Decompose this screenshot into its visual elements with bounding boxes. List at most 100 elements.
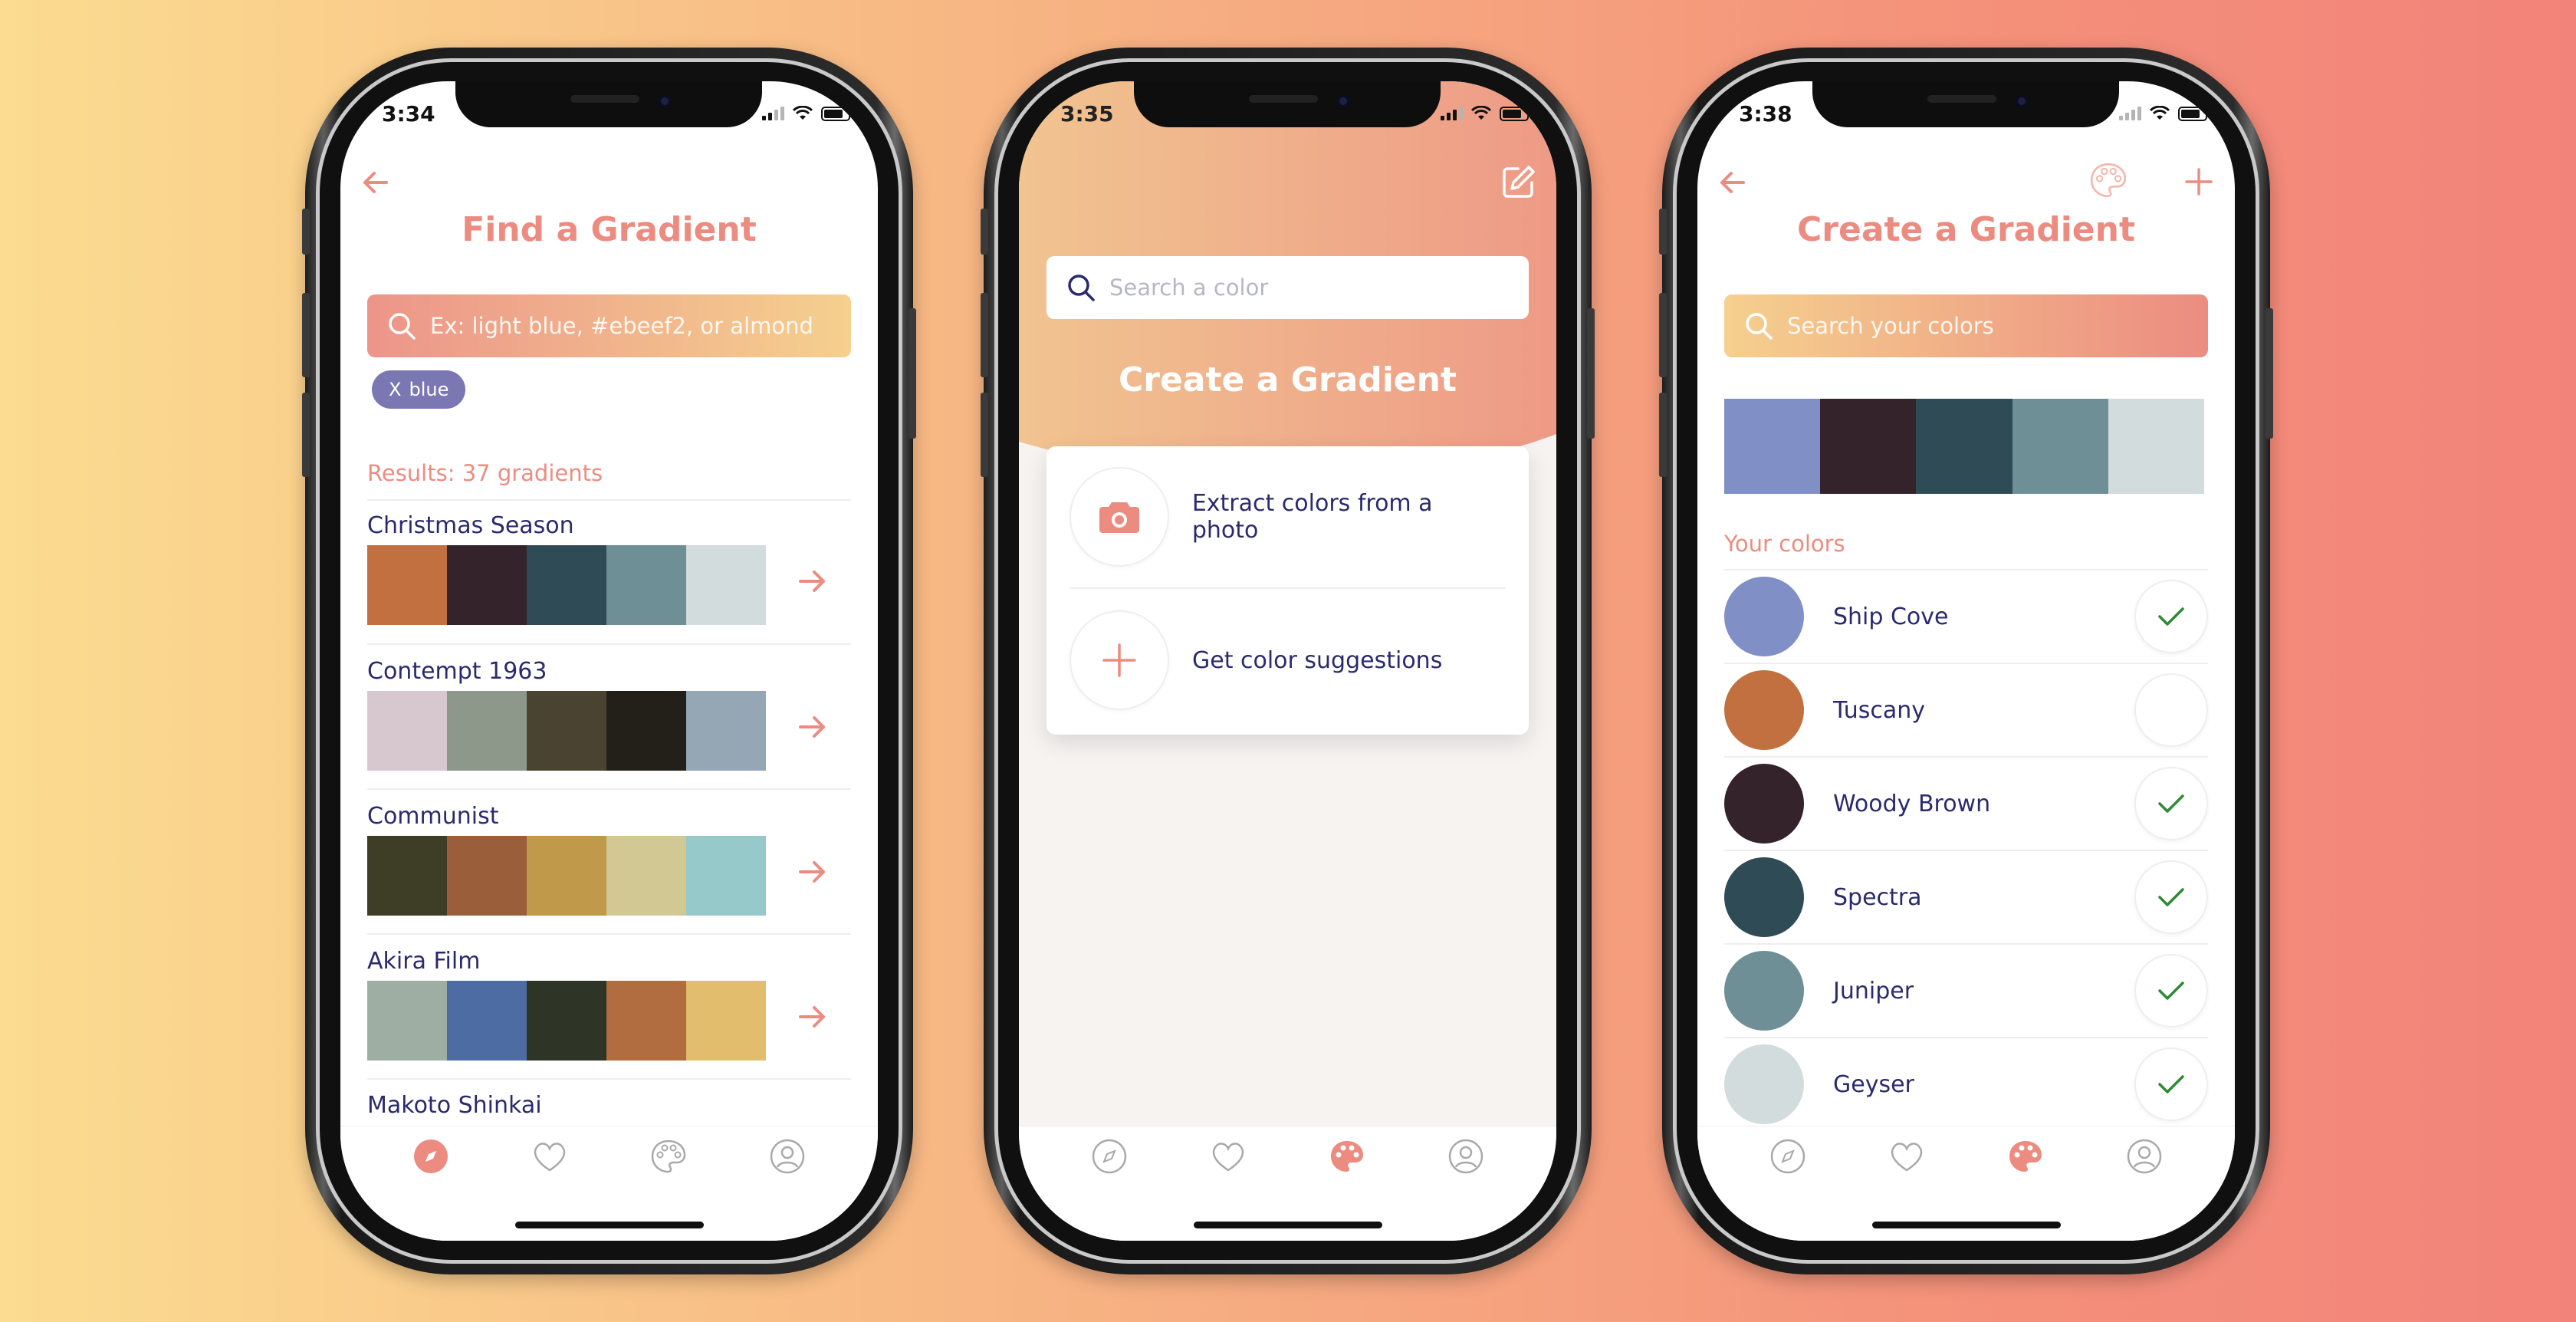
swatch — [686, 545, 766, 625]
compass-icon — [1092, 1139, 1126, 1174]
tab-favorites[interactable] — [1888, 1137, 1926, 1176]
swatch — [2012, 399, 2108, 494]
wifi-icon — [792, 106, 813, 120]
heart-icon — [1212, 1143, 1244, 1172]
tab-profile[interactable] — [2125, 1137, 2164, 1176]
swatch — [367, 836, 447, 916]
back-arrow-icon[interactable] — [1716, 166, 1750, 199]
swatch — [447, 691, 527, 771]
camera-icon — [1099, 502, 1139, 533]
swatch — [527, 836, 606, 916]
gradient-row[interactable]: Communist — [367, 803, 851, 916]
color-row[interactable]: Ship Cove — [1724, 571, 2208, 664]
page-title: Create a Gradient — [1118, 360, 1457, 400]
check-icon — [2158, 607, 2184, 626]
options-card: Extract colors from a photo Get color su… — [1046, 446, 1529, 735]
swatch — [447, 836, 527, 916]
color-row[interactable]: Tuscany — [1724, 664, 2208, 758]
tab-explore[interactable] — [1090, 1137, 1129, 1176]
compass-icon — [413, 1139, 448, 1173]
checkbox[interactable] — [2134, 580, 2208, 653]
gradient-swatches — [367, 981, 766, 1061]
screen: 3:35 Search a color Create a Gradient Ex… — [1019, 81, 1556, 1241]
phone-find-gradient: 3:34 Find a Gradient Ex: light blue, #eb… — [302, 48, 916, 1274]
arrow-right-icon[interactable] — [797, 566, 828, 597]
color-row[interactable]: Woody Brown — [1724, 758, 2208, 851]
gradient-row[interactable]: Christmas Season — [367, 512, 851, 625]
arrow-right-icon[interactable] — [797, 712, 828, 742]
checkbox[interactable] — [2134, 954, 2208, 1028]
tab-favorites[interactable] — [1209, 1137, 1247, 1176]
home-indicator[interactable] — [1871, 1222, 2061, 1228]
battery-icon — [2178, 106, 2210, 121]
gradient-row[interactable]: Makoto Shinkai — [367, 1092, 851, 1125]
tab-explore[interactable] — [1769, 1137, 1807, 1176]
status-bar: 3:38 — [1697, 81, 2235, 150]
swatch — [1820, 399, 1917, 494]
swatch — [606, 545, 686, 625]
color-row[interactable]: Juniper — [1724, 945, 2208, 1038]
gradient-row[interactable]: Akira Film — [367, 948, 851, 1061]
search-input[interactable]: Ex: light blue, #ebeef2, or almond — [367, 294, 851, 357]
color-dot — [1724, 857, 1804, 937]
swatch — [367, 691, 447, 771]
swatch — [1916, 399, 2013, 494]
option-label: Get color suggestions — [1192, 646, 1443, 674]
checkbox[interactable] — [2134, 767, 2208, 840]
home-indicator[interactable] — [514, 1222, 704, 1228]
battery-icon — [821, 106, 853, 121]
check-icon — [2158, 888, 2184, 906]
tab-palette[interactable] — [649, 1137, 688, 1176]
checkbox[interactable] — [2134, 673, 2208, 747]
gradient-name: Makoto Shinkai — [367, 1092, 542, 1119]
swatch — [2108, 399, 2205, 494]
tab-palette[interactable] — [1328, 1137, 1366, 1176]
tab-palette[interactable] — [2006, 1137, 2045, 1176]
tab-favorites[interactable] — [531, 1137, 569, 1176]
checkbox[interactable] — [2134, 1047, 2208, 1121]
filter-chip-blue[interactable]: X blue — [372, 370, 466, 409]
swatch — [686, 836, 766, 916]
plus-icon — [1102, 643, 1136, 677]
color-name: Geyser — [1833, 1070, 1914, 1098]
extract-colors-option[interactable]: Extract colors from a photo — [1070, 446, 1506, 589]
add-icon[interactable] — [2184, 167, 2213, 196]
phone-your-colors: 3:38 Create a Gradient Search your color… — [1659, 48, 2273, 1274]
gradient-row[interactable]: Contempt 1963 — [367, 658, 851, 771]
screen: 3:34 Find a Gradient Ex: light blue, #eb… — [340, 81, 878, 1241]
palette-icon[interactable] — [2088, 161, 2128, 199]
tab-profile[interactable] — [768, 1137, 807, 1176]
palette-icon — [1331, 1141, 1364, 1172]
page-title: Find a Gradient — [462, 210, 757, 249]
color-dot — [1724, 1044, 1804, 1124]
gradient-name: Akira Film — [367, 948, 481, 975]
color-name: Tuscany — [1833, 696, 1926, 724]
gradient-name: Communist — [367, 803, 499, 830]
status-time: 3:38 — [1739, 101, 1792, 127]
heart-icon — [534, 1143, 565, 1172]
check-icon — [2158, 1075, 2184, 1093]
back-arrow-icon[interactable] — [359, 166, 393, 199]
chip-remove-icon[interactable]: X — [389, 379, 401, 400]
color-row[interactable]: Geyser — [1724, 1038, 2208, 1132]
phone-create-gradient: 3:35 Search a color Create a Gradient Ex… — [981, 48, 1595, 1274]
arrow-right-icon[interactable] — [797, 1001, 828, 1032]
tab-profile[interactable] — [1447, 1137, 1485, 1176]
color-suggestions-option[interactable]: Get color suggestions — [1070, 589, 1506, 732]
search-icon — [389, 313, 416, 340]
edit-icon[interactable] — [1501, 164, 1536, 199]
check-icon — [2158, 794, 2184, 813]
home-indicator[interactable] — [1193, 1222, 1382, 1228]
arrow-right-icon[interactable] — [797, 857, 828, 887]
color-row[interactable]: Spectra — [1724, 851, 2208, 945]
search-input[interactable]: Search your colors — [1724, 294, 2208, 357]
heart-icon — [1891, 1143, 1922, 1172]
tab-explore[interactable] — [412, 1137, 450, 1176]
wifi-icon — [2149, 106, 2170, 120]
search-input[interactable]: Search a color — [1046, 256, 1529, 319]
search-placeholder: Search your colors — [1787, 313, 1994, 339]
profile-icon — [770, 1139, 805, 1174]
screen: 3:38 Create a Gradient Search your color… — [1697, 81, 2235, 1241]
checkbox[interactable] — [2134, 860, 2208, 934]
check-icon — [2158, 982, 2184, 1000]
